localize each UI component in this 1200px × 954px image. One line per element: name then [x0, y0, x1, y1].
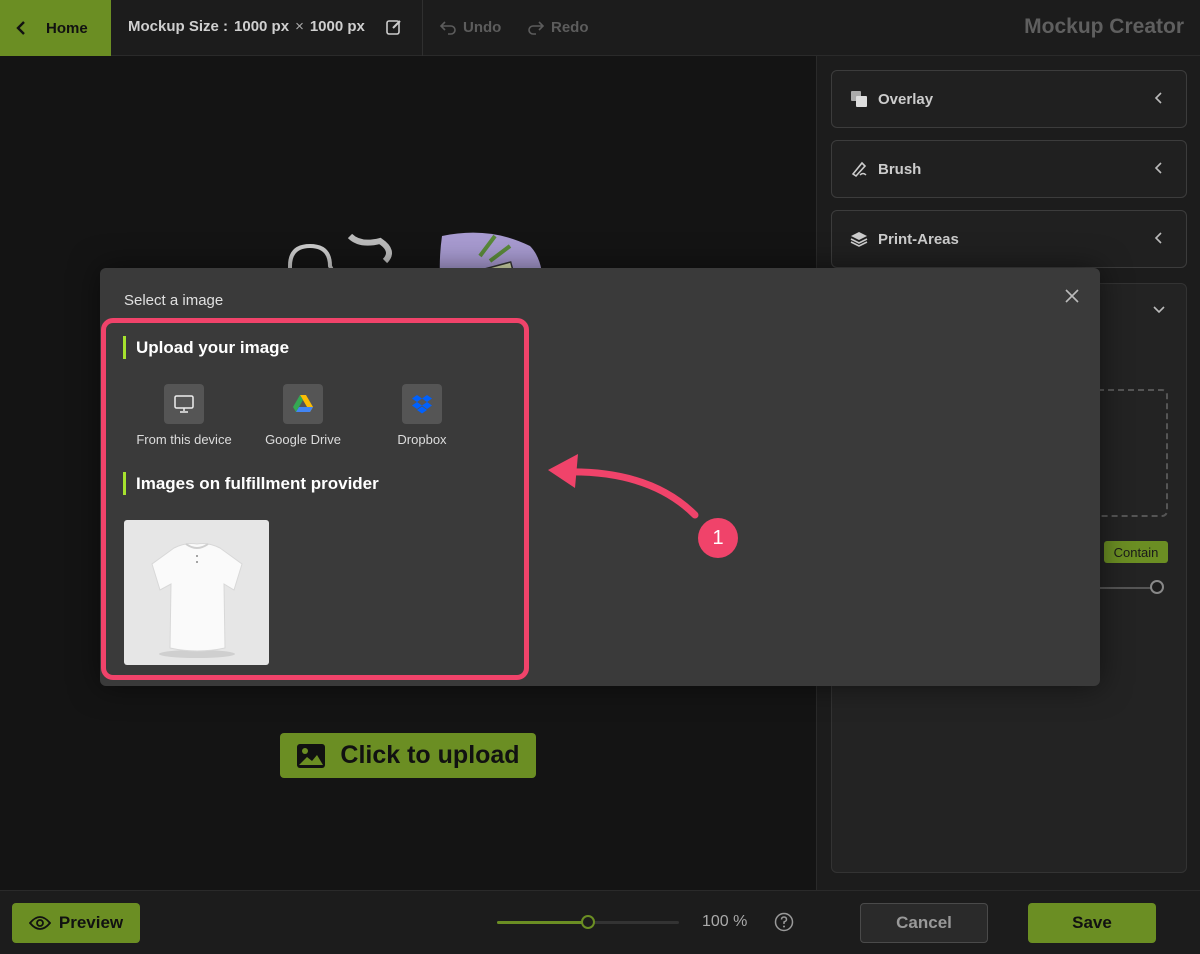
top-bar: Home Mockup Size : 1000 px × 1000 px Und… [0, 0, 1200, 56]
chevron-left-icon [1154, 232, 1162, 244]
undo-icon [439, 21, 456, 35]
redo-button[interactable]: Redo [527, 18, 589, 36]
mockup-size-label: Mockup Size : [128, 18, 229, 35]
slider-handle[interactable] [1150, 580, 1164, 594]
overlay-section[interactable]: Overlay [831, 70, 1187, 128]
chevron-left-icon [1154, 92, 1162, 104]
layers-icon [850, 232, 868, 247]
overlay-label: Overlay [878, 90, 934, 108]
home-label: Home [46, 19, 88, 37]
brush-icon [851, 161, 867, 178]
modal-title: Select a image [124, 292, 224, 309]
mockup-height: 1000 px [309, 18, 365, 35]
chevron-left-icon [16, 21, 25, 35]
annotation-highlight [101, 318, 529, 680]
help-icon[interactable] [774, 912, 794, 932]
annotation-badge: 1 [698, 518, 738, 558]
close-icon[interactable] [1064, 288, 1080, 304]
click-to-upload-button[interactable]: Click to upload [280, 733, 536, 778]
home-button[interactable]: Home [0, 0, 111, 56]
preview-label: Preview [58, 913, 124, 932]
times-sign: × [295, 18, 304, 35]
zoom-value: 100 % [702, 913, 748, 930]
save-button[interactable]: Save [1028, 903, 1156, 943]
chevron-down-icon[interactable] [1152, 302, 1166, 316]
overlay-icon [851, 91, 867, 107]
edit-icon[interactable] [385, 18, 403, 36]
app-title: Mockup Creator [1024, 15, 1184, 38]
redo-icon [528, 21, 545, 35]
undo-button[interactable]: Undo [439, 18, 501, 36]
preview-button[interactable]: Preview [12, 903, 140, 943]
zoom-slider-handle[interactable] [581, 915, 595, 929]
chevron-left-icon [1154, 162, 1162, 174]
cancel-button[interactable]: Cancel [860, 903, 988, 943]
contain-button[interactable]: Contain [1104, 541, 1168, 563]
redo-label: Redo [551, 18, 589, 36]
bottom-bar: Preview 100 % Cancel Save [0, 890, 1200, 954]
print-areas-label: Print-Areas [878, 230, 959, 248]
mockup-width: 1000 px [234, 18, 290, 35]
mockup-size: Mockup Size : 1000 px × 1000 px [128, 18, 365, 35]
upload-label: Click to upload [340, 741, 520, 769]
eye-icon [28, 916, 51, 930]
print-areas-section[interactable]: Print-Areas [831, 210, 1187, 268]
brush-label: Brush [878, 160, 922, 178]
zoom-slider-fill [497, 921, 588, 924]
toolbar-divider [422, 0, 423, 56]
brush-section[interactable]: Brush [831, 140, 1187, 198]
annotation-arrow [548, 454, 699, 519]
image-icon [297, 743, 326, 768]
undo-label: Undo [463, 18, 502, 36]
